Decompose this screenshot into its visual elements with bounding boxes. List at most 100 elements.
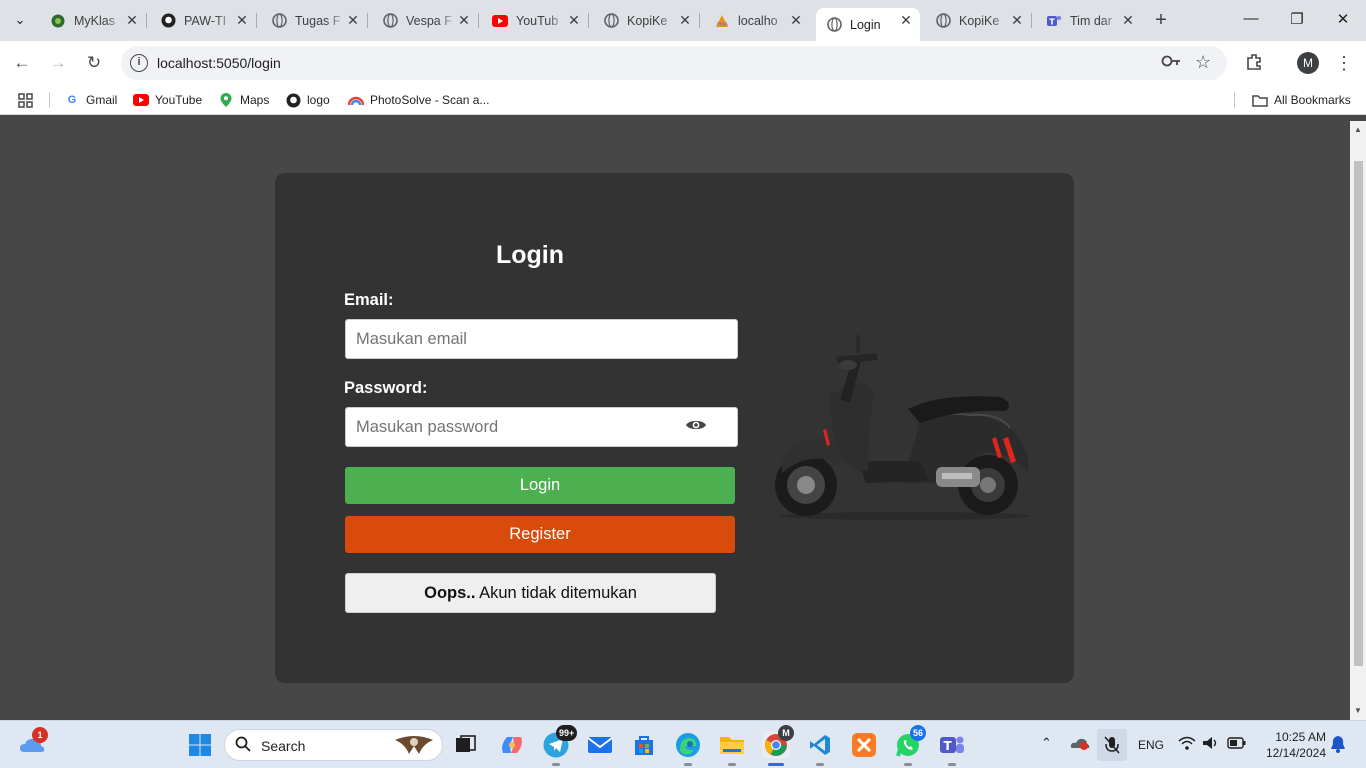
task-view-icon[interactable] (452, 731, 480, 759)
close-icon[interactable]: ✕ (566, 12, 582, 28)
minimize-button[interactable]: — (1241, 10, 1261, 30)
whatsapp-icon[interactable]: 56 (894, 725, 927, 759)
login-button[interactable]: Login (345, 467, 735, 504)
vespa-scooter-image (775, 335, 1030, 520)
mail-icon[interactable] (586, 731, 614, 759)
tab-localhost[interactable]: PMA localho ✕ (704, 8, 810, 33)
email-field[interactable] (345, 319, 738, 359)
error-alert: Oops.. Akun tidak ditemukan (345, 573, 716, 613)
vscode-icon[interactable] (806, 731, 834, 759)
bookmark-maps[interactable]: Maps (218, 91, 269, 109)
scrollbar-thumb[interactable] (1354, 161, 1363, 666)
vscode-running-indicator (816, 763, 824, 766)
close-icon[interactable]: ✕ (898, 12, 914, 28)
notification-bell-icon[interactable] (1330, 735, 1346, 756)
tab-login[interactable]: Login ✕ (816, 8, 920, 41)
forward-button[interactable]: → (47, 52, 69, 74)
close-icon[interactable]: ✕ (124, 12, 140, 28)
edge-icon[interactable] (674, 731, 702, 759)
reload-button[interactable]: ↻ (83, 52, 105, 74)
tab-vespa[interactable]: Vespa F ✕ (372, 8, 479, 33)
youtube-icon (492, 13, 508, 29)
tab-label: MyKlas (74, 13, 115, 28)
teams-icon: T (1046, 13, 1062, 29)
site-info-icon[interactable]: i (130, 54, 148, 72)
bookmark-photosolve[interactable]: PhotoSolve - Scan a... (348, 91, 489, 109)
password-key-icon[interactable] (1161, 54, 1181, 72)
tab-label: Login (850, 17, 881, 32)
browser-tab-strip: ⌄ MyKlas ✕ PAW-TI ✕ Tugas F ✕ Vespa F ✕ … (0, 0, 1366, 41)
volume-icon[interactable] (1202, 735, 1220, 754)
eye-icon[interactable] (685, 417, 707, 433)
telegram-icon[interactable]: 99+ (542, 725, 578, 759)
globe-icon (382, 13, 398, 29)
back-button[interactable]: ← (11, 52, 33, 74)
new-tab-button[interactable]: + (1150, 9, 1172, 31)
restore-button[interactable]: ❐ (1287, 10, 1307, 30)
email-label: Email: (344, 291, 394, 309)
tab-tugas[interactable]: Tugas F ✕ (261, 8, 368, 33)
all-bookmarks[interactable]: All Bookmarks (1252, 91, 1351, 109)
copilot-icon[interactable] (498, 731, 526, 759)
bookmark-logo[interactable]: logo (285, 91, 330, 109)
globe-icon (935, 13, 951, 29)
tab-teams[interactable]: T Tim dar ✕ (1036, 8, 1142, 33)
profile-avatar[interactable]: M (1297, 52, 1319, 74)
svg-text:T: T (944, 739, 953, 753)
tab-paw-ti[interactable]: PAW-TI ✕ (150, 8, 257, 33)
close-window-button[interactable]: ✕ (1333, 10, 1353, 30)
register-button[interactable]: Register (345, 516, 735, 553)
bookmark-gmail[interactable]: G Gmail (64, 91, 118, 109)
close-icon[interactable]: ✕ (456, 12, 472, 28)
tab-search-button[interactable]: ⌄ (7, 8, 33, 32)
youtube-icon (133, 92, 149, 108)
taskbar-clock[interactable]: 10:25 AM 12/14/2024 (1256, 729, 1326, 761)
language-indicator[interactable]: ENG (1138, 738, 1164, 752)
chrome-icon[interactable]: M (762, 725, 794, 759)
close-icon[interactable]: ✕ (1009, 12, 1025, 28)
scroll-up-icon[interactable]: ▲ (1354, 125, 1362, 134)
teams-icon[interactable]: T (938, 731, 966, 759)
chevron-up-icon[interactable]: ⌃ (1041, 735, 1052, 751)
close-icon[interactable]: ✕ (345, 12, 361, 28)
extensions-icon[interactable] (1243, 52, 1265, 74)
page-title: Login (495, 241, 565, 269)
tab-label: KopiKe (627, 13, 668, 28)
battery-icon[interactable] (1227, 736, 1247, 753)
weather-widget-icon[interactable]: 1 (18, 727, 48, 759)
tab-kopike-2[interactable]: KopiKe ✕ (925, 8, 1032, 33)
close-icon[interactable]: ✕ (788, 12, 804, 28)
tab-myklas[interactable]: MyKlas ✕ (40, 8, 147, 33)
bookmark-youtube[interactable]: YouTube (133, 91, 202, 109)
url-text[interactable]: localhost:5050/login (157, 55, 281, 71)
wifi-icon[interactable] (1178, 735, 1196, 754)
xampp-icon[interactable] (850, 731, 878, 759)
teams-running-indicator (948, 763, 956, 766)
file-explorer-icon[interactable] (718, 731, 746, 759)
address-bar[interactable]: i localhost:5050/login ☆ (121, 46, 1227, 80)
clock-time: 10:25 AM (1275, 730, 1326, 744)
chrome-menu-icon[interactable]: ⋮ (1333, 52, 1355, 74)
tab-kopike[interactable]: KopiKe ✕ (593, 8, 700, 33)
tab-label: KopiKe (959, 13, 1000, 28)
edge-running-indicator (684, 763, 692, 766)
close-icon[interactable]: ✕ (1120, 12, 1136, 28)
bookmark-star-icon[interactable]: ☆ (1195, 52, 1211, 73)
mic-muted-icon[interactable] (1097, 729, 1127, 761)
telegram-badge: 99+ (556, 725, 578, 741)
scroll-down-icon[interactable]: ▼ (1354, 706, 1362, 715)
close-icon[interactable]: ✕ (677, 12, 693, 28)
store-icon[interactable] (630, 731, 658, 759)
tab-youtube[interactable]: YouTub ✕ (482, 8, 589, 33)
alert-title: Oops.. (424, 584, 476, 602)
close-icon[interactable]: ✕ (234, 12, 250, 28)
password-field[interactable] (345, 407, 738, 447)
onedrive-icon[interactable] (1070, 736, 1090, 753)
page-scrollbar[interactable]: ▲ ▼ (1350, 121, 1366, 720)
bookmarks-bar: G Gmail YouTube Maps logo PhotoSolve - Sc… (0, 85, 1366, 115)
telegram-running-indicator (552, 763, 560, 766)
taskbar-search[interactable]: Search (224, 729, 443, 761)
apps-grid-icon[interactable] (18, 91, 33, 109)
login-card: Login Email: Password: Login Register Oo… (275, 173, 1074, 683)
start-button[interactable] (186, 731, 214, 759)
